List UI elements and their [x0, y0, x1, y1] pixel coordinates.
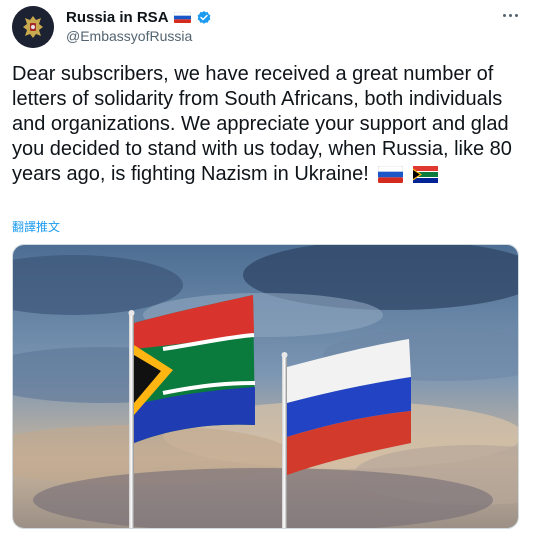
account-handle[interactable]: @EmbassyofRussia — [66, 28, 192, 44]
tweet-media-image[interactable] — [12, 244, 519, 529]
south-africa-flag-icon — [412, 166, 438, 183]
coat-of-arms-icon — [12, 6, 54, 48]
author-name-row: Russia in RSA — [66, 9, 212, 26]
translate-tweet-link[interactable]: 翻譯推文 — [12, 218, 60, 235]
russia-flag-icon — [173, 12, 191, 23]
more-options-button[interactable] — [497, 6, 523, 24]
display-name[interactable]: Russia in RSA — [66, 9, 169, 26]
more-dot-icon — [508, 13, 512, 17]
tweet-text-block: Dear subscribers, we have received a gre… — [12, 62, 522, 187]
verified-icon — [197, 10, 210, 24]
profile-avatar[interactable] — [12, 6, 54, 48]
more-dot-icon — [514, 13, 518, 17]
more-dot-icon — [502, 13, 506, 17]
tweet-card: Russia in RSA @EmbassyofRussia Dear subs… — [0, 0, 533, 536]
flags-on-poles-photo — [13, 245, 518, 528]
russia-flag-icon — [378, 166, 404, 183]
